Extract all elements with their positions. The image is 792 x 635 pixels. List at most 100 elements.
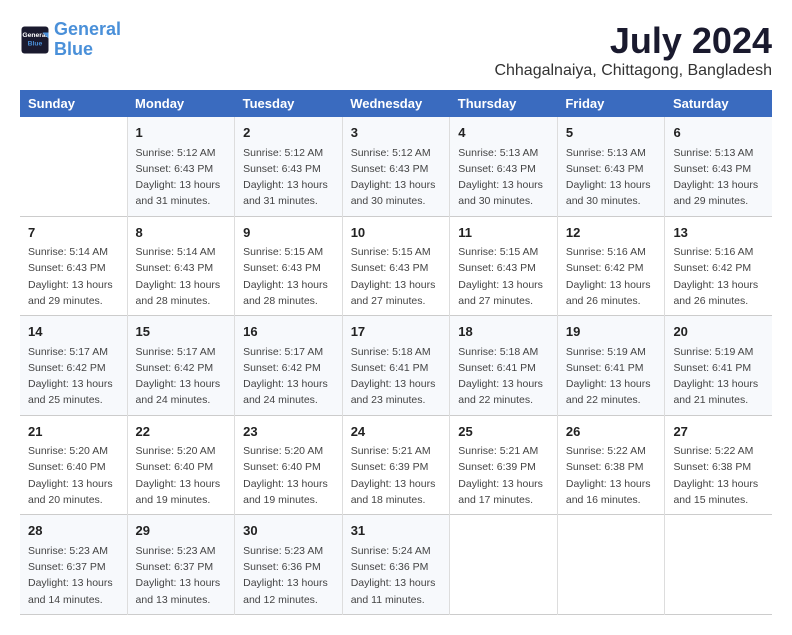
day-number: 3: [351, 123, 442, 143]
day-number: 15: [136, 322, 227, 342]
day-info: Sunrise: 5:20 AMSunset: 6:40 PMDaylight:…: [243, 443, 334, 508]
calendar-cell: 31Sunrise: 5:24 AMSunset: 6:36 PMDayligh…: [342, 515, 450, 615]
day-number: 10: [351, 223, 442, 243]
day-info: Sunrise: 5:24 AMSunset: 6:36 PMDaylight:…: [351, 543, 442, 608]
day-number: 28: [28, 521, 119, 541]
day-info: Sunrise: 5:12 AMSunset: 6:43 PMDaylight:…: [136, 145, 227, 210]
weekday-header: Tuesday: [235, 90, 343, 117]
day-info: Sunrise: 5:23 AMSunset: 6:37 PMDaylight:…: [136, 543, 227, 608]
logo: General Blue General Blue: [20, 20, 121, 60]
day-info: Sunrise: 5:16 AMSunset: 6:42 PMDaylight:…: [673, 244, 764, 309]
day-info: Sunrise: 5:23 AMSunset: 6:36 PMDaylight:…: [243, 543, 334, 608]
calendar-week-row: 1Sunrise: 5:12 AMSunset: 6:43 PMDaylight…: [20, 117, 772, 216]
day-info: Sunrise: 5:15 AMSunset: 6:43 PMDaylight:…: [351, 244, 442, 309]
calendar-cell: [557, 515, 665, 615]
day-number: 31: [351, 521, 442, 541]
day-number: 8: [136, 223, 227, 243]
calendar-cell: 18Sunrise: 5:18 AMSunset: 6:41 PMDayligh…: [450, 316, 558, 416]
weekday-header-row: SundayMondayTuesdayWednesdayThursdayFrid…: [20, 90, 772, 117]
day-info: Sunrise: 5:22 AMSunset: 6:38 PMDaylight:…: [673, 443, 764, 508]
logo-text-blue: Blue: [54, 40, 121, 60]
day-number: 19: [566, 322, 657, 342]
calendar-cell: 17Sunrise: 5:18 AMSunset: 6:41 PMDayligh…: [342, 316, 450, 416]
calendar-cell: 12Sunrise: 5:16 AMSunset: 6:42 PMDayligh…: [557, 216, 665, 316]
calendar-cell: 4Sunrise: 5:13 AMSunset: 6:43 PMDaylight…: [450, 117, 558, 216]
calendar-cell: 14Sunrise: 5:17 AMSunset: 6:42 PMDayligh…: [20, 316, 127, 416]
day-info: Sunrise: 5:18 AMSunset: 6:41 PMDaylight:…: [351, 344, 442, 409]
day-info: Sunrise: 5:23 AMSunset: 6:37 PMDaylight:…: [28, 543, 119, 608]
calendar-cell: 11Sunrise: 5:15 AMSunset: 6:43 PMDayligh…: [450, 216, 558, 316]
calendar-cell: 5Sunrise: 5:13 AMSunset: 6:43 PMDaylight…: [557, 117, 665, 216]
day-info: Sunrise: 5:13 AMSunset: 6:43 PMDaylight:…: [458, 145, 549, 210]
calendar-cell: 22Sunrise: 5:20 AMSunset: 6:40 PMDayligh…: [127, 415, 235, 515]
day-number: 23: [243, 422, 334, 442]
day-number: 7: [28, 223, 119, 243]
weekday-header: Sunday: [20, 90, 127, 117]
calendar-cell: 29Sunrise: 5:23 AMSunset: 6:37 PMDayligh…: [127, 515, 235, 615]
day-info: Sunrise: 5:17 AMSunset: 6:42 PMDaylight:…: [28, 344, 119, 409]
calendar-cell: 25Sunrise: 5:21 AMSunset: 6:39 PMDayligh…: [450, 415, 558, 515]
calendar-week-row: 14Sunrise: 5:17 AMSunset: 6:42 PMDayligh…: [20, 316, 772, 416]
day-number: 9: [243, 223, 334, 243]
day-info: Sunrise: 5:17 AMSunset: 6:42 PMDaylight:…: [136, 344, 227, 409]
calendar-cell: 27Sunrise: 5:22 AMSunset: 6:38 PMDayligh…: [665, 415, 772, 515]
calendar-cell: 21Sunrise: 5:20 AMSunset: 6:40 PMDayligh…: [20, 415, 127, 515]
calendar-cell: 15Sunrise: 5:17 AMSunset: 6:42 PMDayligh…: [127, 316, 235, 416]
calendar-week-row: 21Sunrise: 5:20 AMSunset: 6:40 PMDayligh…: [20, 415, 772, 515]
day-info: Sunrise: 5:17 AMSunset: 6:42 PMDaylight:…: [243, 344, 334, 409]
day-number: 24: [351, 422, 442, 442]
calendar-cell: 23Sunrise: 5:20 AMSunset: 6:40 PMDayligh…: [235, 415, 343, 515]
day-info: Sunrise: 5:22 AMSunset: 6:38 PMDaylight:…: [566, 443, 657, 508]
day-info: Sunrise: 5:18 AMSunset: 6:41 PMDaylight:…: [458, 344, 549, 409]
day-number: 4: [458, 123, 549, 143]
weekday-header: Wednesday: [342, 90, 450, 117]
day-number: 14: [28, 322, 119, 342]
day-number: 20: [673, 322, 764, 342]
logo-icon: General Blue: [20, 25, 50, 55]
day-number: 11: [458, 223, 549, 243]
calendar-cell: 3Sunrise: 5:12 AMSunset: 6:43 PMDaylight…: [342, 117, 450, 216]
day-info: Sunrise: 5:16 AMSunset: 6:42 PMDaylight:…: [566, 244, 657, 309]
calendar-cell: 20Sunrise: 5:19 AMSunset: 6:41 PMDayligh…: [665, 316, 772, 416]
calendar-cell: 16Sunrise: 5:17 AMSunset: 6:42 PMDayligh…: [235, 316, 343, 416]
month-title: July 2024: [494, 20, 772, 62]
day-info: Sunrise: 5:13 AMSunset: 6:43 PMDaylight:…: [566, 145, 657, 210]
weekday-header: Thursday: [450, 90, 558, 117]
calendar-cell: 9Sunrise: 5:15 AMSunset: 6:43 PMDaylight…: [235, 216, 343, 316]
day-number: 27: [673, 422, 764, 442]
day-number: 1: [136, 123, 227, 143]
day-number: 13: [673, 223, 764, 243]
day-number: 5: [566, 123, 657, 143]
logo-text: General: [54, 20, 121, 40]
calendar-table: SundayMondayTuesdayWednesdayThursdayFrid…: [20, 90, 772, 615]
calendar-cell: 7Sunrise: 5:14 AMSunset: 6:43 PMDaylight…: [20, 216, 127, 316]
weekday-header: Friday: [557, 90, 665, 117]
calendar-cell: 30Sunrise: 5:23 AMSunset: 6:36 PMDayligh…: [235, 515, 343, 615]
day-info: Sunrise: 5:21 AMSunset: 6:39 PMDaylight:…: [458, 443, 549, 508]
day-info: Sunrise: 5:19 AMSunset: 6:41 PMDaylight:…: [673, 344, 764, 409]
calendar-cell: 28Sunrise: 5:23 AMSunset: 6:37 PMDayligh…: [20, 515, 127, 615]
day-info: Sunrise: 5:14 AMSunset: 6:43 PMDaylight:…: [28, 244, 119, 309]
calendar-week-row: 28Sunrise: 5:23 AMSunset: 6:37 PMDayligh…: [20, 515, 772, 615]
weekday-header: Monday: [127, 90, 235, 117]
day-number: 18: [458, 322, 549, 342]
location: Chhagalnaiya, Chittagong, Bangladesh: [494, 62, 772, 80]
day-number: 17: [351, 322, 442, 342]
day-info: Sunrise: 5:20 AMSunset: 6:40 PMDaylight:…: [136, 443, 227, 508]
calendar-cell: 13Sunrise: 5:16 AMSunset: 6:42 PMDayligh…: [665, 216, 772, 316]
day-info: Sunrise: 5:19 AMSunset: 6:41 PMDaylight:…: [566, 344, 657, 409]
day-number: 16: [243, 322, 334, 342]
day-info: Sunrise: 5:12 AMSunset: 6:43 PMDaylight:…: [351, 145, 442, 210]
calendar-cell: [450, 515, 558, 615]
day-info: Sunrise: 5:13 AMSunset: 6:43 PMDaylight:…: [673, 145, 764, 210]
calendar-cell: [665, 515, 772, 615]
day-number: 2: [243, 123, 334, 143]
day-number: 22: [136, 422, 227, 442]
calendar-cell: 2Sunrise: 5:12 AMSunset: 6:43 PMDaylight…: [235, 117, 343, 216]
day-info: Sunrise: 5:14 AMSunset: 6:43 PMDaylight:…: [136, 244, 227, 309]
calendar-cell: 1Sunrise: 5:12 AMSunset: 6:43 PMDaylight…: [127, 117, 235, 216]
day-info: Sunrise: 5:15 AMSunset: 6:43 PMDaylight:…: [458, 244, 549, 309]
calendar-cell: [20, 117, 127, 216]
day-number: 26: [566, 422, 657, 442]
calendar-week-row: 7Sunrise: 5:14 AMSunset: 6:43 PMDaylight…: [20, 216, 772, 316]
